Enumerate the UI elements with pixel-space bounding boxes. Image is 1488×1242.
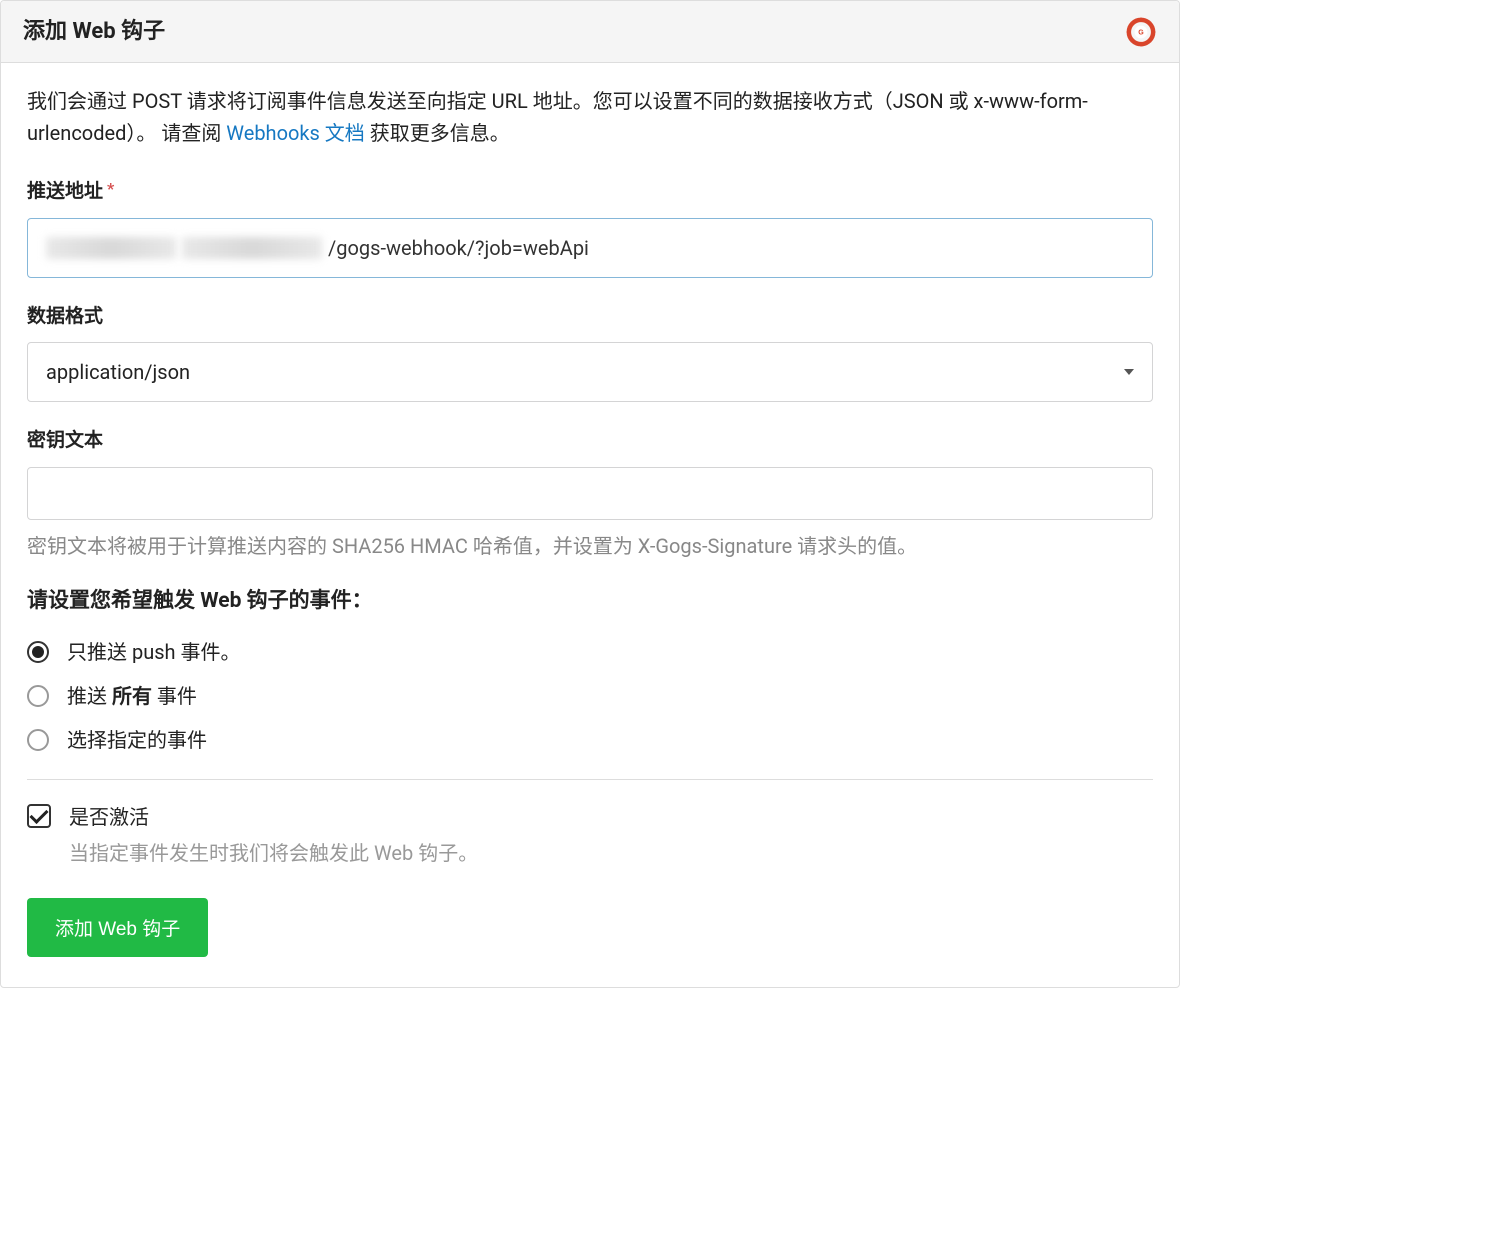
events-section: 请设置您希望触发 Web 钩子的事件： 只推送 push 事件。 推送 所有 事… [27,586,1153,756]
chevron-down-icon [1124,369,1134,375]
panel-body: 我们会通过 POST 请求将订阅事件信息发送至向指定 URL 地址。您可以设置不… [1,63,1179,987]
radio-choose-events[interactable] [27,729,49,751]
webhook-panel: 添加 Web 钩子 G 我们会通过 POST 请求将订阅事件信息发送至向指定 U… [0,0,1180,988]
webhooks-docs-link[interactable]: Webhooks 文档 [226,121,365,145]
content-type-field: 数据格式 application/json [27,302,1153,403]
secret-input[interactable] [27,467,1153,520]
panel-header: 添加 Web 钩子 G [1,1,1179,63]
secret-field: 密钥文本 密钥文本将被用于计算推送内容的 SHA256 HMAC 哈希值，并设置… [27,426,1153,562]
redacted-host-2 [182,237,322,259]
events-radio-group: 只推送 push 事件。 推送 所有 事件 选择指定的事件 [27,637,1153,755]
intro-before: 我们会通过 POST 请求将订阅事件信息发送至向指定 URL 地址。您可以设置不… [27,89,1088,145]
active-help: 当指定事件发生时我们将会触发此 Web 钩子。 [69,841,478,865]
payload-url-input[interactable]: /gogs-webhook/?job=webApi [27,218,1153,278]
radio-item-choose: 选择指定的事件 [27,725,1153,755]
intro-text: 我们会通过 POST 请求将订阅事件信息发送至向指定 URL 地址。您可以设置不… [27,85,1153,149]
secret-help: 密钥文本将被用于计算推送内容的 SHA256 HMAC 哈希值，并设置为 X-G… [27,530,1153,562]
active-label[interactable]: 是否激活 [69,802,1153,832]
active-content: 是否激活 当指定事件发生时我们将会触发此 Web 钩子。 [69,802,1153,868]
radio-all-events[interactable] [27,685,49,707]
radio-push-only[interactable] [27,641,49,663]
active-row: 是否激活 当指定事件发生时我们将会触发此 Web 钩子。 [27,802,1153,868]
content-type-select[interactable]: application/json [27,342,1153,402]
radio-item-all: 推送 所有 事件 [27,681,1153,711]
radio-choose-events-label[interactable]: 选择指定的事件 [67,725,207,755]
secret-label: 密钥文本 [27,426,1153,455]
payload-url-field: 推送地址 /gogs-webhook/?job=webApi [27,177,1153,278]
svg-text:G: G [1138,29,1144,36]
radio-all-events-label[interactable]: 推送 所有 事件 [67,681,197,711]
gogs-icon: G [1125,16,1157,48]
content-type-label: 数据格式 [27,302,1153,331]
content-type-value: application/json [46,357,190,387]
content-type-select-wrapper: application/json [27,342,1153,402]
divider [27,779,1153,780]
events-heading: 请设置您希望触发 Web 钩子的事件： [27,586,1153,618]
intro-after: 获取更多信息。 [365,121,510,145]
active-checkbox[interactable] [27,804,51,828]
panel-title: 添加 Web 钩子 [23,15,165,48]
payload-url-suffix: /gogs-webhook/?job=webApi [328,233,589,263]
radio-push-only-label[interactable]: 只推送 push 事件。 [67,637,241,667]
payload-url-label: 推送地址 [27,177,1153,206]
submit-button[interactable]: 添加 Web 钩子 [27,898,208,957]
redacted-host-1 [46,237,176,259]
radio-item-push: 只推送 push 事件。 [27,637,1153,667]
